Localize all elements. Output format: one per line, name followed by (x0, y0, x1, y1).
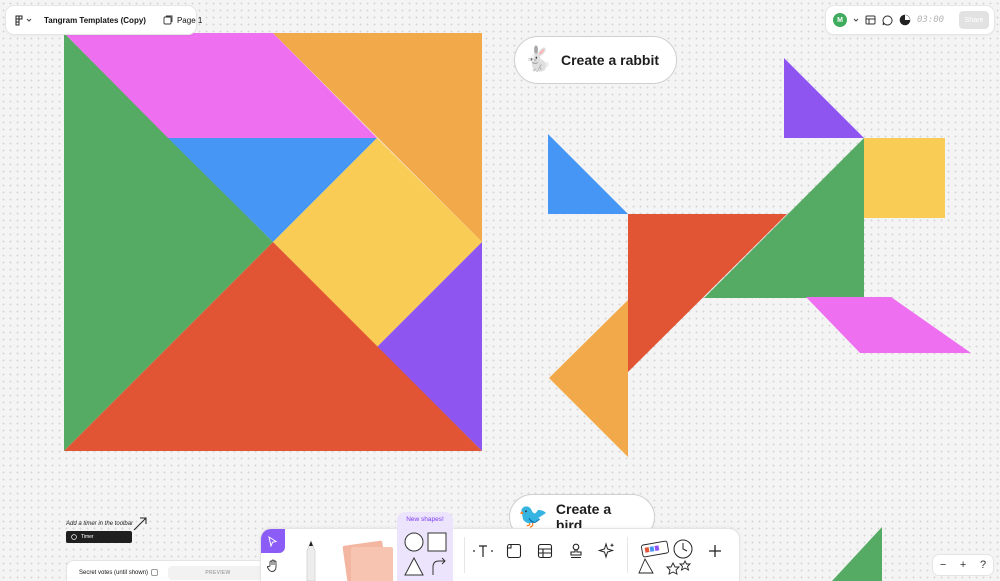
sparkle-icon (598, 542, 615, 559)
bird-green-triangle[interactable] (832, 527, 882, 581)
square-shape-icon[interactable] (427, 532, 447, 552)
stamp-tool[interactable] (564, 539, 588, 563)
tangram-square[interactable] (64, 33, 482, 451)
secret-votes-label: Secret votes (until shown) (79, 570, 149, 577)
clock-icon (71, 534, 77, 540)
divider (464, 537, 465, 573)
rabbit-orange-triangle[interactable] (549, 300, 628, 457)
divider (627, 537, 628, 573)
add-icon (709, 545, 721, 557)
file-bar: Tangram Templates (Copy) Page 1 (6, 6, 202, 34)
help-button[interactable]: ? (980, 559, 986, 571)
bird-icon: 🐦 (518, 503, 548, 530)
stamp-icon (570, 543, 582, 559)
page-icon (163, 15, 173, 25)
page-label: Page 1 (176, 15, 203, 25)
rabbit-label: Create a rabbit (561, 52, 660, 68)
main-menu-button[interactable] (6, 6, 40, 34)
collaboration-bar: M 03:00 Share (826, 6, 994, 34)
zoom-in-button[interactable]: + (960, 559, 966, 571)
section-tool[interactable] (502, 539, 526, 563)
timer-chip[interactable]: Timer (66, 531, 132, 543)
connector-arrow-icon[interactable] (432, 557, 446, 575)
cursor-icon (268, 535, 278, 547)
rabbit-magenta-parallelogram[interactable] (806, 297, 971, 353)
triangle-shape-icon[interactable] (404, 556, 424, 576)
chevron-down-icon (26, 18, 32, 22)
zoom-controls: − + ? (933, 555, 993, 575)
layout-icon[interactable] (865, 15, 876, 25)
rabbit-icon: 🐇 (523, 46, 553, 73)
file-title[interactable]: Tangram Templates (Copy) (40, 16, 155, 25)
bottom-toolbar: New shapes! (261, 512, 739, 581)
comment-icon[interactable] (882, 14, 893, 26)
section-icon (506, 543, 522, 559)
timer-value: 03:00 (917, 15, 945, 25)
table-tool[interactable] (533, 539, 557, 563)
marker-icon[interactable] (299, 537, 323, 581)
table-icon (537, 543, 553, 559)
new-shapes-panel[interactable]: New shapes! (397, 512, 453, 581)
widgets-icon[interactable] (637, 537, 695, 581)
rabbit-yellow-square[interactable] (864, 138, 945, 218)
hand-icon (267, 559, 277, 572)
canvas-shapes (64, 33, 971, 581)
avatar[interactable]: M (833, 13, 847, 27)
secret-votes-checkbox[interactable] (151, 569, 159, 576)
page-selector[interactable]: Page 1 (155, 15, 210, 25)
timer-toggle-icon[interactable] (899, 14, 911, 26)
chevron-down-icon[interactable] (853, 18, 859, 22)
timer-chip-label: Timer (81, 534, 94, 540)
arrow-up-right-icon (133, 517, 147, 531)
rabbit-purple-triangle[interactable] (784, 58, 864, 138)
text-icon (473, 545, 493, 557)
timer-hint: Add a timer in the toolbar (66, 521, 134, 527)
rabbit-blue-triangle[interactable] (548, 134, 628, 214)
hand-tool[interactable] (261, 553, 285, 577)
shape-set (404, 532, 447, 576)
app-logo-icon (15, 15, 23, 25)
ai-tool[interactable] (595, 539, 619, 563)
rabbit-label-card[interactable]: 🐇 Create a rabbit (514, 36, 677, 84)
preview-button[interactable]: PREVIEW (168, 566, 268, 580)
circle-shape-icon[interactable] (404, 532, 424, 552)
share-button[interactable]: Share (959, 11, 989, 29)
sticky-note-icon[interactable] (335, 539, 397, 581)
tangram-rabbit[interactable] (548, 58, 971, 457)
cursor-tool[interactable] (261, 529, 285, 553)
text-tool[interactable] (471, 539, 495, 563)
new-shapes-label: New shapes! (406, 516, 444, 523)
zoom-out-button[interactable]: − (940, 559, 946, 571)
add-tool[interactable] (703, 539, 727, 563)
